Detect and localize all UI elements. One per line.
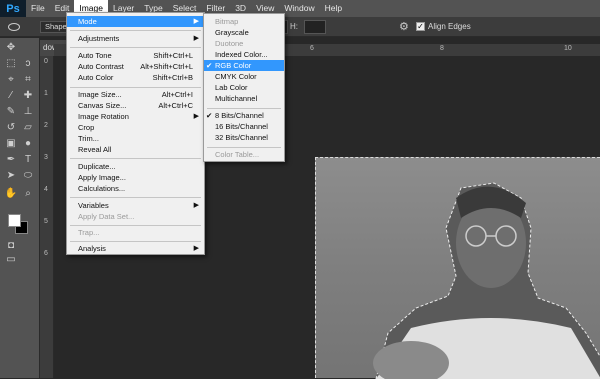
ellipse-tool-preset-icon[interactable] [8,21,28,33]
image-menu: Mode ▶ Adjustments ▶ Auto Tone Shift+Ctrl+L… [66,12,205,255]
menu-item-mode[interactable]: Mode ▶ [67,16,204,27]
hand-tool-icon[interactable]: ✋ [4,188,18,200]
menu-divider [207,108,281,109]
eyedropper-tool-icon[interactable]: ⁄ [4,90,18,102]
menu-item-auto-color[interactable]: Auto Color Shift+Ctrl+B [67,72,204,83]
zoom-tool-icon[interactable]: ⌕ [21,188,35,200]
ruler-h-label: 8 [440,45,444,52]
crop-tool-icon[interactable]: ⌗ [21,74,35,86]
ruler-v-label: 1 [44,90,48,97]
quick-mask-icon[interactable]: ◘ [4,240,18,252]
menu-divider [70,197,201,198]
submenu-arrow-icon: ▶ [193,113,199,120]
menu-help[interactable]: Help [320,0,347,17]
menu-divider [70,87,201,88]
ruler-v-label: 6 [44,250,48,257]
menu-item-canvas-size[interactable]: Canvas Size... Alt+Ctrl+C [67,100,204,111]
healing-tool-icon[interactable]: ✚ [21,90,35,102]
menu-item-calculations[interactable]: Calculations... [67,183,204,194]
mode-item-rgb-color[interactable]: ✔ RGB Color [204,60,284,71]
blur-tool-icon[interactable]: ● [21,138,35,150]
submenu-arrow-icon: ▶ [193,245,199,252]
mode-item-bitmap: Bitmap [215,17,239,26]
canvas-photo[interactable] [315,157,600,379]
menu-item-crop[interactable]: Crop [67,122,204,133]
checkmark-icon: ✔ [206,61,213,70]
menu-item-auto-tone[interactable]: Auto Tone Shift+Ctrl+L [67,50,204,61]
align-edges-checkbox[interactable]: ✓ [416,22,425,31]
ruler-v-label: 0 [44,58,48,65]
menu-item-variables[interactable]: Variables ▶ [67,200,204,211]
quick-select-tool-icon[interactable]: ⌖ [4,74,18,86]
menu-item-auto-contrast[interactable]: Auto Contrast Alt+Shift+Ctrl+L [67,61,204,72]
menu-divider [70,225,201,226]
type-tool-icon[interactable]: T [21,154,35,166]
ruler-v-label: 4 [44,186,48,193]
checkmark-icon: ✔ [206,111,213,120]
menu-item-image-rotation[interactable]: Image Rotation ▶ [67,111,204,122]
tools-panel: ✥ ⬚ ↄ ⌖ ⌗ ⁄ ✚ ✎ ⊥ ↺ ▱ ▣ ● ✒ T ➤ ⬭ ✋ ⌕ ◘ … [0,38,40,378]
marquee-tool-icon[interactable]: ⬚ [4,58,18,70]
ruler-v-label: 5 [44,218,48,225]
portrait-photo [373,182,600,379]
menu-item-apply-image[interactable]: Apply Image... [67,172,204,183]
lasso-tool-icon[interactable]: ↄ [21,58,35,70]
mode-item-8-bits[interactable]: ✔ 8 Bits/Channel [204,110,284,121]
mode-submenu: Bitmap Grayscale Duotone Indexed Color..… [203,13,285,162]
stamp-tool-icon[interactable]: ⊥ [21,106,35,118]
ellipse-tool-icon[interactable]: ⬭ [21,170,35,182]
menu-item-adjustments[interactable]: Adjustments ▶ [67,33,204,44]
pen-tool-icon[interactable]: ✒ [4,154,18,166]
mode-item-lab-color[interactable]: Lab Color [204,82,284,93]
menu-item-duplicate[interactable]: Duplicate... [67,161,204,172]
submenu-arrow-icon: ▶ [193,202,199,209]
screen-mode-icon[interactable]: ▭ [4,254,18,266]
foreground-color-swatch[interactable] [8,214,21,227]
move-tool-icon[interactable]: ✥ [4,42,18,54]
submenu-arrow-icon: ▶ [193,35,199,42]
mode-item-duotone: Duotone [215,39,244,48]
mode-item-cmyk-color[interactable]: CMYK Color [204,71,284,82]
ruler-v-label: 3 [44,154,48,161]
menu-divider [70,30,201,31]
mode-item-grayscale[interactable]: Grayscale [204,27,284,38]
mode-item-multichannel[interactable]: Multichannel [204,93,284,104]
eraser-tool-icon[interactable]: ▱ [21,122,35,134]
menu-item-reveal-all[interactable]: Reveal All [67,144,204,155]
ruler-v-label: 2 [44,122,48,129]
menu-item-trap: Trap... [78,228,100,237]
menu-divider [70,158,201,159]
ruler-h-label: 6 [310,45,314,52]
menu-divider [70,47,201,48]
menu-file[interactable]: File [26,0,50,17]
path-select-tool-icon[interactable]: ➤ [4,170,18,182]
gear-icon[interactable]: ⚙ [399,20,409,33]
brush-tool-icon[interactable]: ✎ [4,106,18,118]
menu-item-apply-data-set: Apply Data Set... [78,212,135,221]
gradient-tool-icon[interactable]: ▣ [4,138,18,150]
menu-divider [70,241,201,242]
mode-item-32-bits[interactable]: 32 Bits/Channel [204,132,284,143]
height-field[interactable] [304,20,326,34]
submenu-arrow-icon: ▶ [193,18,199,25]
menu-item-image-size[interactable]: Image Size... Alt+Ctrl+I [67,89,204,100]
menu-divider [207,147,281,148]
menu-window[interactable]: Window [279,0,319,17]
mode-item-16-bits[interactable]: 16 Bits/Channel [204,121,284,132]
history-brush-icon[interactable]: ↺ [4,122,18,134]
menu-item-trim[interactable]: Trim... [67,133,204,144]
vertical-ruler: 0 1 2 3 4 5 6 [40,56,54,378]
photoshop-logo: Ps [0,0,26,17]
mode-item-color-table: Color Table... [215,150,260,159]
menu-item-analysis[interactable]: Analysis ▶ [67,243,204,254]
ruler-h-label: 10 [564,45,572,52]
align-edges-label: Align Edges [428,22,471,31]
height-label: H: [290,22,298,31]
mode-item-indexed-color[interactable]: Indexed Color... [204,49,284,60]
